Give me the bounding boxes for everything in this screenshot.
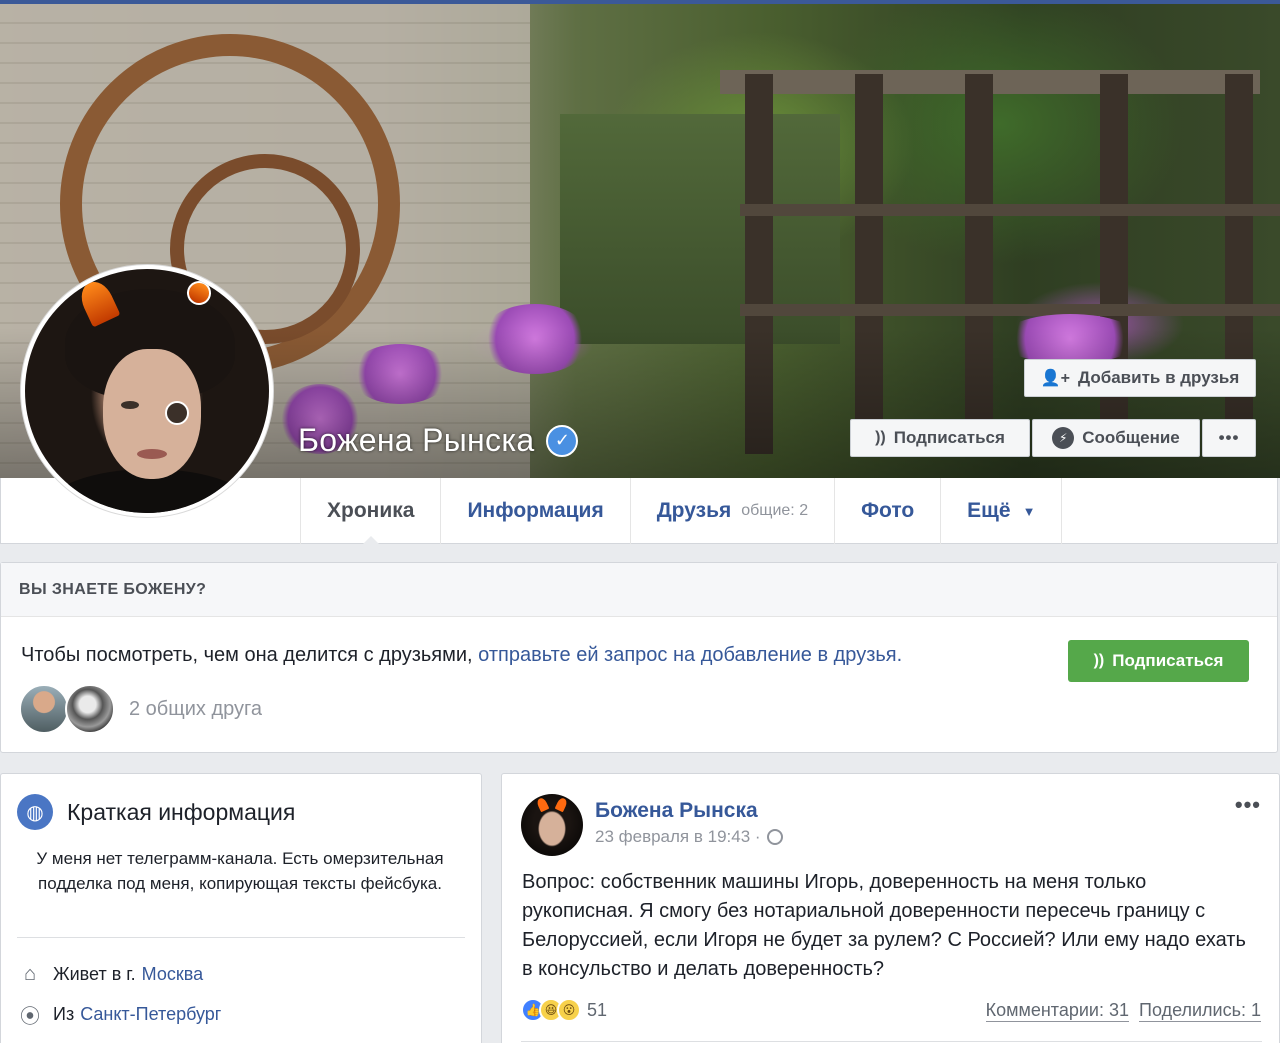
do-you-know-message: Чтобы посмотреть, чем она делится с друз… bbox=[21, 644, 479, 666]
follow-button[interactable]: )) Подписаться bbox=[850, 419, 1030, 457]
profile-tabs: Хроника Информация Друзья общие: 2 Фото … bbox=[300, 478, 1063, 545]
send-friend-request-link[interactable]: отправьте ей запрос на добавление в друз… bbox=[478, 644, 902, 666]
reactions-count: 51 bbox=[587, 999, 608, 1020]
tab-label: Ещё bbox=[967, 499, 1011, 522]
location-pin-icon: ⦿ bbox=[20, 1006, 40, 1028]
shares-count-link[interactable]: Поделились: 1 bbox=[1139, 1000, 1261, 1022]
intro-divider bbox=[17, 937, 465, 938]
intro-header: ◍ Краткая информация bbox=[17, 794, 295, 830]
tab-timeline[interactable]: Хроника bbox=[300, 478, 440, 545]
post-author-name[interactable]: Божена Рынска bbox=[595, 799, 758, 823]
tab-friends[interactable]: Друзья общие: 2 bbox=[629, 478, 834, 544]
home-icon: ⌂ bbox=[23, 963, 37, 985]
globe-icon: ◍ bbox=[17, 794, 53, 830]
rss-icon: )) bbox=[1093, 652, 1105, 669]
post-card: Божена Рынска 23 февраля в 19:43 · ••• В… bbox=[501, 773, 1280, 1043]
intro-bio: У меня нет телеграмм-канала. Есть омерзи… bbox=[36, 849, 444, 893]
tab-friends-count: общие: 2 bbox=[741, 502, 809, 519]
message-label: Сообщение bbox=[1082, 428, 1180, 447]
post-reactions[interactable]: 👍 😆 😮 51 bbox=[521, 998, 607, 1022]
profile-picture-image bbox=[25, 269, 269, 513]
rss-icon: )) bbox=[875, 429, 886, 446]
tab-about[interactable]: Информация bbox=[440, 478, 629, 544]
mutual-friends[interactable]: 2 общих друга bbox=[19, 684, 262, 734]
verified-badge-icon: ✓ bbox=[546, 424, 579, 457]
tab-label: Друзья bbox=[656, 499, 732, 522]
add-friend-icon: 👤+ bbox=[1040, 370, 1071, 387]
intro-card: ◍ Краткая информация У меня нет телеграм… bbox=[0, 773, 482, 1043]
post-time-text[interactable]: 23 февраля в 19:43 · bbox=[595, 827, 761, 847]
from-row: ⦿ Из Санкт-Петербург bbox=[17, 1000, 221, 1029]
follow-label: Подписаться bbox=[893, 428, 1005, 447]
cover-gate-rail bbox=[740, 304, 1280, 316]
follow-green-button[interactable]: )) Подписаться bbox=[1068, 640, 1249, 682]
wow-reaction-icon: 😮 bbox=[557, 998, 581, 1022]
message-button[interactable]: ⚡ Сообщение bbox=[1032, 419, 1200, 457]
lives-in-row: ⌂ Живет в г. Москва bbox=[17, 963, 203, 986]
mutual-friend-avatar[interactable] bbox=[19, 684, 69, 734]
mutual-friend-avatar[interactable] bbox=[65, 684, 115, 734]
add-friend-label: Добавить в друзья bbox=[1078, 368, 1240, 387]
post-timestamp: 23 февраля в 19:43 · bbox=[595, 827, 783, 847]
from-label: Из bbox=[53, 1004, 75, 1024]
from-city-link[interactable]: Санкт-Петербург bbox=[80, 1004, 221, 1025]
do-you-know-text: Чтобы посмотреть, чем она делится с друз… bbox=[21, 644, 902, 667]
mutual-friends-count[interactable]: 2 общих друга bbox=[129, 698, 262, 721]
chevron-down-icon: ▼ bbox=[1022, 503, 1036, 519]
portrait-eye bbox=[165, 401, 189, 425]
portrait-eye bbox=[121, 401, 139, 409]
comments-count-link[interactable]: Комментарии: 31 bbox=[985, 1000, 1130, 1022]
intro-title: Краткая информация bbox=[67, 798, 296, 825]
add-friend-button[interactable]: 👤+ Добавить в друзья bbox=[1024, 359, 1256, 397]
lives-in-label: Живет в г. bbox=[53, 964, 136, 984]
portrait-lips bbox=[137, 449, 167, 459]
tab-label: Хроника bbox=[327, 499, 415, 522]
do-you-know-title: ВЫ ЗНАЕТЕ БОЖЕНУ? bbox=[1, 563, 1277, 617]
tab-more[interactable]: Ещё ▼ bbox=[940, 478, 1063, 544]
post-text: Вопрос: собственник машины Игорь, довере… bbox=[522, 871, 1246, 980]
cover-gate-rail bbox=[740, 204, 1280, 216]
tab-label: Фото bbox=[861, 499, 915, 522]
follow-green-label: Подписаться bbox=[1112, 651, 1224, 670]
post-author-avatar[interactable] bbox=[521, 794, 583, 856]
more-options-button[interactable]: ••• bbox=[1202, 419, 1256, 457]
tab-photos[interactable]: Фото bbox=[834, 478, 940, 544]
messenger-icon: ⚡ bbox=[1052, 427, 1075, 449]
portrait-face bbox=[103, 349, 201, 479]
post-stats: Комментарии: 31 Поделились: 1 bbox=[976, 1000, 1261, 1022]
profile-name[interactable]: Божена Рынска bbox=[298, 422, 534, 459]
do-you-know-box: ВЫ ЗНАЕТЕ БОЖЕНУ? Чтобы посмотреть, чем … bbox=[0, 562, 1278, 753]
tab-label: Информация bbox=[467, 499, 604, 522]
profile-name-block: Божена Рынска ✓ bbox=[298, 422, 579, 459]
post-divider bbox=[521, 1041, 1262, 1042]
public-globe-icon bbox=[766, 829, 783, 845]
lives-in-city-link[interactable]: Москва bbox=[142, 964, 203, 985]
profile-picture[interactable] bbox=[20, 264, 274, 518]
post-options-button[interactable]: ••• bbox=[1235, 792, 1261, 818]
